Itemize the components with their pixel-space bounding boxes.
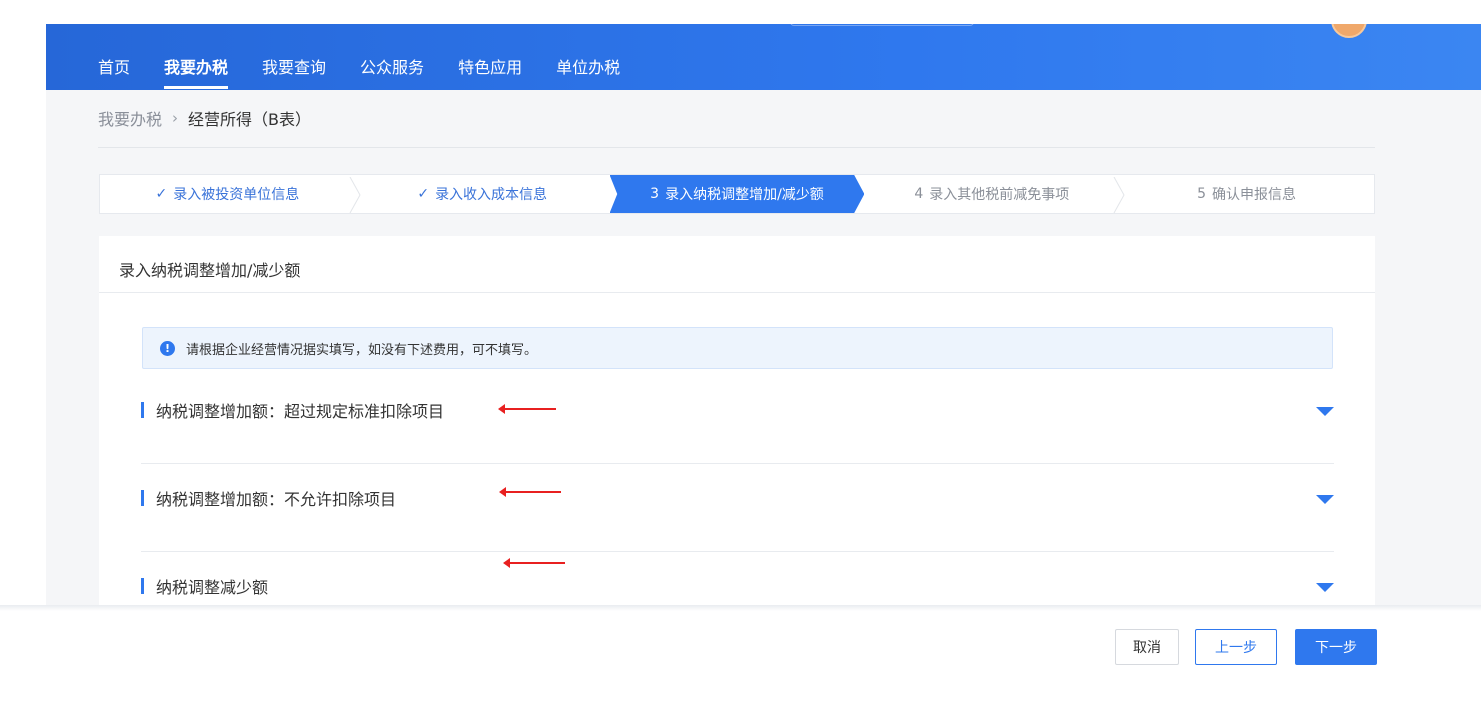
breadcrumb-separator: › <box>172 109 179 127</box>
breadcrumb: 我要办税 › 经营所得（B表） <box>98 106 311 130</box>
section-title: 纳税调整增加额：不允许扣除项目 <box>156 490 397 509</box>
section-divider <box>141 463 1334 464</box>
red-arrow-icon <box>499 487 561 497</box>
tax-app-window: 首页 我要办税 我要查询 公众服务 特色应用 单位办税 我要办税 › 经营所得（… <box>46 24 1481 606</box>
previous-step-button[interactable]: 上一步 <box>1195 629 1277 665</box>
breadcrumb-parent-link[interactable]: 我要办税 <box>98 106 162 130</box>
footer-divider <box>0 605 1481 611</box>
red-arrow-icon <box>498 404 556 414</box>
step-number: 5 <box>1197 186 1207 202</box>
breadcrumb-current: 经营所得（B表） <box>188 110 311 129</box>
section-accent-bar <box>141 402 144 418</box>
check-icon: ✓ <box>155 186 168 202</box>
caret-down-icon[interactable] <box>1316 407 1334 416</box>
section-header[interactable]: 纳税调整增加额：不允许扣除项目 <box>141 483 1334 513</box>
step-income-cost[interactable]: ✓ 录入收入成本信息 <box>355 175 610 213</box>
step-confirm-declaration[interactable]: 5 确认申报信息 <box>1119 175 1374 213</box>
section-non-deductible: 纳税调整增加额：不允许扣除项目 <box>141 483 1334 552</box>
section-header[interactable]: 纳税调整减少额 <box>141 571 1334 601</box>
step-other-deductions[interactable]: 4 录入其他税前减免事项 <box>864 175 1125 213</box>
section-accent-bar <box>141 578 144 594</box>
check-icon: ✓ <box>417 186 430 202</box>
step-tax-adjustment[interactable]: 3 录入纳税调整增加/减少额 <box>609 175 865 213</box>
nav-item-home[interactable]: 首页 <box>98 57 130 79</box>
main-nav: 首页 我要办税 我要查询 公众服务 特色应用 单位办税 <box>98 57 620 89</box>
progress-stepper: ✓ 录入被投资单位信息 ✓ 录入收入成本信息 3 录入纳税调整增加/减少额 4 … <box>99 174 1375 214</box>
next-step-button[interactable]: 下一步 <box>1295 629 1377 665</box>
step-label: 录入收入成本信息 <box>435 187 548 203</box>
step-label: 录入被投资单位信息 <box>173 187 300 203</box>
nav-item-query[interactable]: 我要查询 <box>262 57 326 79</box>
card-title: 录入纳税调整增加/减少额 <box>119 261 301 280</box>
info-notice: ! 请根据企业经营情况据实填写，如没有下述费用，可不填写。 <box>142 327 1333 369</box>
step-chevron-divider <box>1113 177 1125 213</box>
cancel-button[interactable]: 取消 <box>1115 629 1179 665</box>
step-invested-unit[interactable]: ✓ 录入被投资单位信息 <box>100 175 361 213</box>
caret-down-icon[interactable] <box>1316 583 1334 592</box>
step-label: 录入其他税前减免事项 <box>929 187 1070 203</box>
step-number: 4 <box>914 186 924 202</box>
step-number: 3 <box>650 186 660 202</box>
section-title: 纳税调整增加额：超过规定标准扣除项目 <box>156 402 445 421</box>
user-avatar[interactable] <box>1331 24 1367 38</box>
section-excess-deduction: 纳税调整增加额：超过规定标准扣除项目 <box>141 395 1334 464</box>
section-header[interactable]: 纳税调整增加额：超过规定标准扣除项目 <box>141 395 1334 425</box>
section-divider <box>141 551 1334 552</box>
card-divider <box>99 292 1375 293</box>
caret-down-icon[interactable] <box>1316 495 1334 504</box>
header-search-box[interactable] <box>790 24 974 26</box>
section-accent-bar <box>141 490 144 506</box>
adjustment-form-card: 录入纳税调整增加/减少额 ! 请根据企业经营情况据实填写，如没有下述费用，可不填… <box>99 236 1375 606</box>
nav-item-tax-handling[interactable]: 我要办税 <box>164 57 229 89</box>
top-navigation-bar: 首页 我要办税 我要查询 公众服务 特色应用 单位办税 <box>46 24 1481 90</box>
screen-top-margin <box>0 0 1481 24</box>
nav-item-special-apps[interactable]: 特色应用 <box>458 57 522 79</box>
red-arrow-icon <box>503 558 565 568</box>
notice-text: 请根据企业经营情况据实填写，如没有下述费用，可不填写。 <box>186 342 538 358</box>
step-label: 录入纳税调整增加/减少额 <box>665 187 824 203</box>
step-chevron-divider <box>349 177 361 213</box>
section-title: 纳税调整减少额 <box>156 578 269 597</box>
nav-item-public-service[interactable]: 公众服务 <box>360 57 424 79</box>
info-icon: ! <box>160 340 175 356</box>
breadcrumb-divider <box>98 147 1375 148</box>
nav-item-unit-tax[interactable]: 单位办税 <box>556 57 620 79</box>
section-adjustment-decrease: 纳税调整减少额 <box>141 558 1334 601</box>
step-label: 确认申报信息 <box>1212 187 1297 203</box>
